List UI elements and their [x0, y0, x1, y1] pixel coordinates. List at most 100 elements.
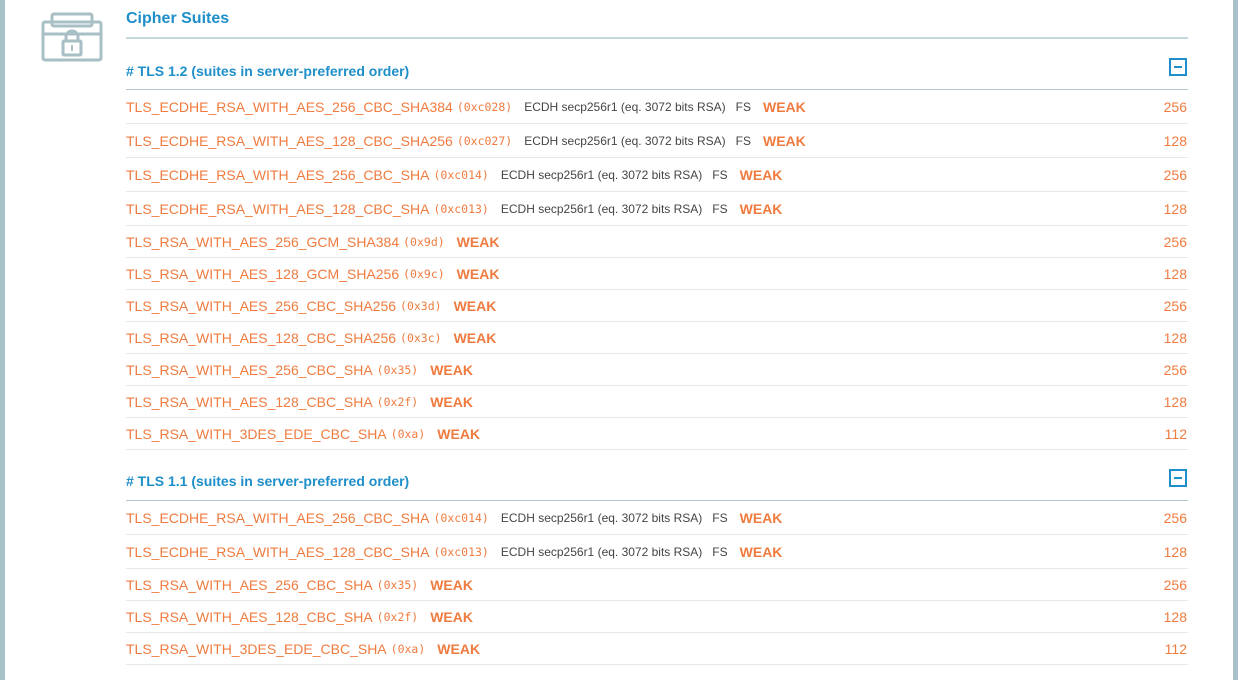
status-badge: WEAK	[456, 265, 500, 282]
suite-code: (0xa)	[390, 641, 426, 656]
forward-secrecy: FS	[712, 201, 728, 216]
key-bits: 128	[1163, 543, 1187, 560]
status-badge: WEAK	[739, 166, 783, 183]
suite-code: (0xc014)	[433, 510, 489, 525]
suite-row: TLS_RSA_WITH_AES_256_CBC_SHA256 (0x3d) W…	[126, 290, 1188, 322]
status-badge: WEAK	[437, 640, 481, 657]
status-badge: WEAK	[456, 233, 500, 250]
key-bits: 256	[1163, 166, 1187, 183]
key-exchange: ECDH secp256r1 (eq. 3072 bits RSA)	[500, 201, 703, 216]
suite-name: TLS_ECDHE_RSA_WITH_AES_128_CBC_SHA	[126, 200, 430, 217]
suite-name: TLS_ECDHE_RSA_WITH_AES_128_CBC_SHA256	[126, 132, 453, 149]
suite-code: (0x9c)	[403, 266, 445, 281]
suite-name: TLS_RSA_WITH_AES_256_CBC_SHA	[126, 361, 373, 378]
suite-row: TLS_RSA_WITH_AES_128_GCM_SHA256 (0x9c) W…	[126, 258, 1188, 290]
group-header-tls12: # TLS 1.2 (suites in server-preferred or…	[126, 39, 1188, 90]
status-badge: WEAK	[430, 361, 473, 378]
suite-name: TLS_ECDHE_RSA_WITH_AES_256_CBC_SHA	[126, 166, 430, 183]
suite-code: (0xc028)	[456, 99, 513, 114]
key-bits: 256	[1163, 98, 1187, 115]
forward-secrecy: FS	[712, 510, 728, 525]
tls12-group: # TLS 1.2 (suites in server-preferred or…	[126, 39, 1188, 450]
suite-row: TLS_RSA_WITH_3DES_EDE_CBC_SHA (0xa) WEAK…	[126, 633, 1188, 665]
suite-code: (0x9d)	[403, 234, 445, 249]
suite-code: (0xa)	[390, 426, 426, 441]
tls11-group: # TLS 1.1 (suites in server-preferred or…	[126, 450, 1188, 665]
status-badge: WEAK	[437, 425, 481, 442]
suite-row: TLS_ECDHE_RSA_WITH_AES_256_CBC_SHA384 (0…	[126, 90, 1188, 124]
suite-name: TLS_ECDHE_RSA_WITH_AES_256_CBC_SHA	[126, 509, 430, 526]
suite-row: TLS_ECDHE_RSA_WITH_AES_128_CBC_SHA256 (0…	[126, 124, 1188, 158]
status-badge: WEAK	[430, 608, 473, 625]
status-badge: WEAK	[739, 200, 783, 217]
suite-row: TLS_RSA_WITH_3DES_EDE_CBC_SHA (0xa) WEAK…	[126, 418, 1188, 450]
key-exchange: ECDH secp256r1 (eq. 3072 bits RSA)	[500, 167, 703, 182]
key-bits: 112	[1164, 425, 1187, 442]
briefcase-lock-icon	[41, 12, 103, 64]
status-badge: WEAK	[762, 98, 806, 115]
status-badge: WEAK	[453, 297, 497, 314]
suite-name: TLS_ECDHE_RSA_WITH_AES_128_CBC_SHA	[126, 543, 430, 560]
suite-code: (0x2f)	[376, 394, 419, 409]
key-bits: 256	[1163, 233, 1187, 250]
group-header-tls11: # TLS 1.1 (suites in server-preferred or…	[126, 450, 1188, 501]
key-exchange: ECDH secp256r1 (eq. 3072 bits RSA)	[524, 133, 726, 148]
key-bits: 256	[1163, 576, 1187, 593]
suite-row: TLS_ECDHE_RSA_WITH_AES_256_CBC_SHA (0xc0…	[126, 158, 1188, 192]
suite-name: TLS_RSA_WITH_3DES_EDE_CBC_SHA	[126, 640, 387, 657]
group-title: # TLS 1.1 (suites in server-preferred or…	[126, 473, 410, 489]
suite-row: TLS_RSA_WITH_AES_128_CBC_SHA256 (0x3c) W…	[126, 322, 1188, 354]
suite-code: (0xc014)	[433, 167, 489, 182]
status-badge: WEAK	[453, 329, 497, 346]
forward-secrecy: FS	[712, 167, 728, 182]
suite-row: TLS_RSA_WITH_AES_256_CBC_SHA (0x35) WEAK…	[126, 569, 1188, 601]
suite-name: TLS_RSA_WITH_AES_256_CBC_SHA	[126, 576, 373, 593]
cipher-suites-section: Cipher Suites # TLS 1.2 (suites in serve…	[126, 0, 1188, 665]
suite-row: TLS_RSA_WITH_AES_128_CBC_SHA (0x2f) WEAK…	[126, 601, 1188, 633]
key-exchange: ECDH secp256r1 (eq. 3072 bits RSA)	[500, 544, 703, 559]
suite-name: TLS_RSA_WITH_AES_256_GCM_SHA384	[126, 233, 400, 250]
panel-frame: Cipher Suites # TLS 1.2 (suites in serve…	[0, 0, 1238, 680]
suite-name: TLS_RSA_WITH_AES_128_CBC_SHA256	[126, 329, 397, 346]
suite-name: TLS_RSA_WITH_AES_128_CBC_SHA	[126, 393, 373, 410]
forward-secrecy: FS	[735, 133, 751, 148]
forward-secrecy: FS	[735, 99, 751, 114]
group-title: # TLS 1.2 (suites in server-preferred or…	[126, 63, 410, 79]
suite-row: TLS_ECDHE_RSA_WITH_AES_128_CBC_SHA (0xc0…	[126, 192, 1188, 226]
suite-code: (0xc027)	[456, 133, 513, 148]
key-bits: 128	[1163, 132, 1187, 149]
suite-name: TLS_RSA_WITH_AES_256_CBC_SHA256	[126, 297, 397, 314]
status-badge: WEAK	[739, 509, 783, 526]
suite-row: TLS_ECDHE_RSA_WITH_AES_128_CBC_SHA (0xc0…	[126, 535, 1188, 569]
key-bits: 112	[1164, 640, 1187, 657]
suite-row: TLS_RSA_WITH_AES_256_CBC_SHA (0x35) WEAK…	[126, 354, 1188, 386]
suite-name: TLS_ECDHE_RSA_WITH_AES_256_CBC_SHA384	[126, 98, 453, 115]
key-exchange: ECDH secp256r1 (eq. 3072 bits RSA)	[500, 510, 703, 525]
key-bits: 128	[1163, 608, 1187, 625]
key-bits: 128	[1163, 200, 1187, 217]
suite-row: TLS_ECDHE_RSA_WITH_AES_256_CBC_SHA (0xc0…	[126, 501, 1188, 535]
key-bits: 256	[1163, 509, 1187, 526]
key-bits: 128	[1163, 265, 1187, 282]
key-bits: 256	[1163, 297, 1187, 314]
key-bits: 128	[1163, 393, 1187, 410]
suite-code: (0xc013)	[433, 201, 489, 216]
key-bits: 128	[1163, 329, 1187, 346]
suite-code: (0x2f)	[376, 609, 419, 624]
suite-name: TLS_RSA_WITH_AES_128_GCM_SHA256	[126, 265, 400, 282]
key-bits: 256	[1163, 361, 1187, 378]
suite-code: (0x3d)	[400, 298, 442, 313]
key-exchange: ECDH secp256r1 (eq. 3072 bits RSA)	[524, 99, 726, 114]
suite-code: (0x35)	[376, 577, 419, 592]
suite-code: (0xc013)	[433, 544, 489, 559]
suite-code: (0x35)	[376, 362, 419, 377]
status-badge: WEAK	[762, 132, 806, 149]
suite-row: TLS_RSA_WITH_AES_256_GCM_SHA384 (0x9d) W…	[126, 226, 1188, 258]
collapse-toggle-icon[interactable]	[1169, 469, 1187, 487]
collapse-toggle-icon[interactable]	[1169, 58, 1187, 76]
suite-name: TLS_RSA_WITH_AES_128_CBC_SHA	[126, 608, 373, 625]
status-badge: WEAK	[430, 576, 473, 593]
status-badge: WEAK	[430, 393, 473, 410]
section-title: Cipher Suites	[126, 0, 1188, 39]
suite-row: TLS_RSA_WITH_AES_128_CBC_SHA (0x2f) WEAK…	[126, 386, 1188, 418]
